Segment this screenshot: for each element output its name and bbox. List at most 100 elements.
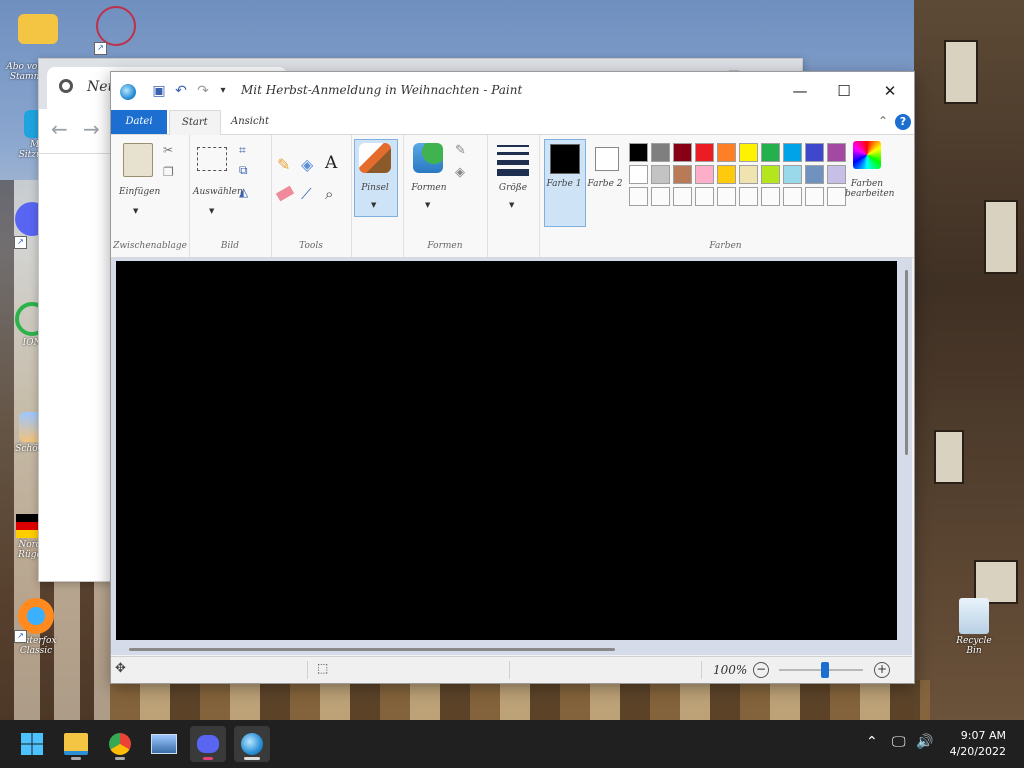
size-icon[interactable] [497,169,529,176]
color-swatch[interactable] [717,143,736,162]
shape-fill-icon[interactable]: ◈ [455,165,465,180]
clock-date: 4/20/2022 [949,745,1006,758]
folder-icon [18,14,58,44]
pencil-icon[interactable]: ✎ [277,155,290,174]
custom-color-slot[interactable] [805,187,824,206]
color-swatch[interactable] [783,165,802,184]
magnifier-icon[interactable]: ⌕ [325,185,333,203]
fill-icon[interactable]: ◈ [301,155,313,174]
outline-icon[interactable]: ✎ [455,143,466,158]
tab-start[interactable]: Start [169,110,221,135]
size-dropdown-icon[interactable]: ▼ [509,201,514,209]
custom-color-slot[interactable] [695,187,714,206]
color-swatch[interactable] [629,165,648,184]
horizontal-scrollbar[interactable] [129,648,615,651]
shapes-icon[interactable] [413,143,443,173]
tab-ansicht[interactable]: Ansicht [219,110,281,134]
custom-color-slot[interactable] [739,187,758,206]
redo-icon[interactable]: ↷ [195,83,211,99]
size-line-thin [497,145,529,147]
taskbar-file-explorer[interactable] [58,726,94,762]
help-icon[interactable]: ? [895,114,911,130]
file-menu-button[interactable]: Datei [111,110,167,134]
edit-colors-icon[interactable] [853,141,881,169]
start-button[interactable] [14,726,50,762]
color-swatch[interactable] [827,165,846,184]
discord-icon [197,735,219,753]
brushes-dropdown-icon[interactable]: ▼ [371,201,376,209]
copy-icon[interactable]: ❐ [163,165,174,179]
color-swatch[interactable] [805,143,824,162]
desktop-icon-waterfox[interactable]: ↗ Waterfox Classic [14,598,58,656]
resize-icon[interactable]: ⧉ [239,163,248,178]
desktop-icon-recycle-bin[interactable]: Recycle Bin [952,598,996,656]
color-swatch[interactable] [739,143,758,162]
zoom-out-button[interactable]: − [753,662,769,678]
group-shapes: Formen ▼ ✎ ◈ Formen [403,135,488,257]
paint-window[interactable]: ▣ ↶ ↷ ▾ Mit Herbst-Anmeldung in Weihnach… [110,71,915,684]
color-swatch[interactable] [827,143,846,162]
network-icon[interactable]: 🖵 [892,734,906,750]
vertical-scrollbar[interactable] [905,270,908,455]
custom-color-slot[interactable] [673,187,692,206]
color-swatch[interactable] [651,143,670,162]
show-hidden-icons-icon[interactable]: ⌃ [866,734,878,750]
color2-swatch[interactable] [595,147,619,171]
back-arrow-icon[interactable]: ← [51,117,68,141]
color-swatch[interactable] [717,165,736,184]
color-swatch[interactable] [629,143,648,162]
paste-dropdown-icon[interactable]: ▼ [133,207,138,215]
select-dropdown-icon[interactable]: ▼ [209,207,214,215]
color-swatch[interactable] [673,143,692,162]
color-swatch[interactable] [761,165,780,184]
zoom-in-button[interactable]: + [874,662,890,678]
custom-color-slot[interactable] [717,187,736,206]
text-icon[interactable]: A [325,153,337,173]
color-swatch[interactable] [673,165,692,184]
color-swatch[interactable] [651,165,670,184]
desktop-icon-folder[interactable] [16,10,60,44]
close-button[interactable]: ✕ [867,72,913,110]
zoom-slider-thumb[interactable] [821,662,830,678]
clock-time: 9:07 AM [960,729,1006,742]
custom-color-slot[interactable] [651,187,670,206]
minimize-button[interactable]: — [777,72,823,110]
window-title: Mit Herbst-Anmeldung in Weihnachten - Pa… [241,83,523,97]
volume-icon[interactable]: 🔊 [916,734,933,750]
desktop-icon-geometry[interactable]: ↗ [94,6,138,55]
zoom-slider[interactable] [779,662,863,678]
select-icon[interactable] [197,147,227,171]
custom-color-slot[interactable] [827,187,846,206]
crop-icon[interactable]: ⌗ [239,143,246,158]
paste-icon[interactable] [123,143,153,177]
custom-color-slot[interactable] [629,187,648,206]
taskbar-discord[interactable] [190,726,226,762]
cut-icon[interactable]: ✂ [163,143,173,157]
custom-color-slot[interactable] [761,187,780,206]
undo-icon[interactable]: ↶ [173,83,189,99]
taskbar-chrome[interactable] [102,726,138,762]
color-swatch[interactable] [695,143,714,162]
save-icon[interactable]: ▣ [151,83,167,99]
customize-quick-access-icon[interactable]: ▾ [215,83,231,99]
drawing-canvas[interactable] [116,261,897,640]
maximize-button[interactable]: ☐ [821,72,867,110]
taskbar-photos[interactable] [146,726,182,762]
chrome-icon [59,79,73,93]
rotate-icon[interactable]: ◭ [239,185,248,199]
color-swatch[interactable] [783,143,802,162]
clock[interactable]: 9:07 AM 4/20/2022 [950,728,1006,760]
paint-app-icon [120,84,136,100]
color-swatch[interactable] [761,143,780,162]
custom-color-slot[interactable] [783,187,802,206]
canvas-area [111,258,912,655]
taskbar-paint[interactable] [234,726,270,762]
eraser-icon[interactable] [275,185,295,202]
forward-arrow-icon[interactable]: → [83,117,100,141]
color-picker-icon[interactable]: ⟋ [301,185,312,203]
color-swatch[interactable] [695,165,714,184]
color-swatch[interactable] [739,165,758,184]
shapes-dropdown-icon[interactable]: ▼ [425,201,430,209]
color-swatch[interactable] [805,165,824,184]
collapse-ribbon-icon[interactable]: ⌃ [878,114,888,128]
